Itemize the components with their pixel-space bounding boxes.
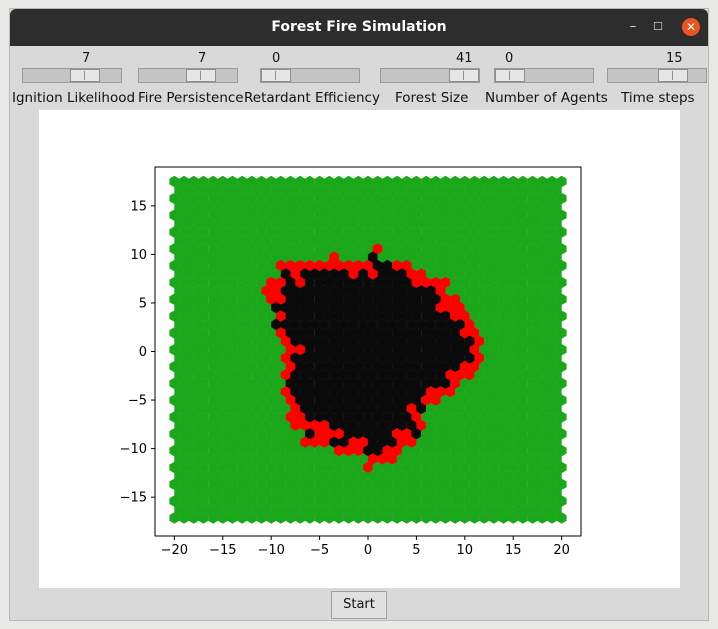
x-axis: −20 −15 −10 −5 0 5 10 15 20 (161, 536, 570, 558)
x-tick-label: 5 (412, 543, 420, 558)
fire-persistence-label: Fire Persistence (138, 90, 244, 106)
number-of-agents-slider-thumb[interactable] (495, 69, 525, 82)
x-tick-label: −10 (257, 543, 284, 558)
number-of-agents-label: Number of Agents (485, 90, 608, 106)
y-tick-label: 15 (130, 199, 147, 214)
retardant-efficiency-value: 0 (272, 51, 281, 66)
x-tick-label: 20 (553, 543, 570, 558)
y-tick-label: 0 (139, 345, 147, 360)
x-tick-label: 15 (505, 543, 522, 558)
forest-size-value: 41 (456, 51, 473, 66)
forest-plot: −20 −15 −10 −5 0 5 10 15 20 15 10 5 0 −5 −10 −15 (120, 166, 582, 558)
forest-size-slider[interactable] (380, 68, 480, 83)
y-tick-label: −15 (120, 491, 147, 506)
y-tick-label: 10 (130, 248, 147, 263)
retardant-efficiency-slider-thumb[interactable] (261, 69, 291, 82)
x-tick-label: −5 (310, 543, 329, 558)
fire-persistence-value: 7 (198, 51, 207, 66)
time-steps-slider[interactable] (607, 68, 707, 83)
forest-size-label: Forest Size (395, 90, 469, 106)
number-of-agents-slider[interactable] (494, 68, 594, 83)
x-tick-label: −20 (161, 543, 188, 558)
start-button[interactable]: Start (331, 591, 387, 619)
time-steps-slider-thumb[interactable] (658, 69, 688, 82)
x-tick-label: −15 (209, 543, 236, 558)
retardant-efficiency-label: Retardant Efficiency (244, 90, 380, 106)
y-tick-label: −10 (120, 442, 147, 457)
y-axis: 15 10 5 0 −5 −10 −15 (120, 199, 155, 506)
number-of-agents-value: 0 (505, 51, 514, 66)
minimize-icon[interactable]: – (624, 18, 642, 36)
cell-layer (169, 175, 567, 524)
ignition-likelihood-slider-thumb[interactable] (70, 69, 100, 82)
time-steps-label: Time steps (621, 90, 695, 106)
retardant-efficiency-slider[interactable] (260, 68, 360, 83)
forest-size-slider-thumb[interactable] (449, 69, 479, 82)
fire-persistence-slider[interactable] (138, 68, 238, 83)
y-tick-label: −5 (128, 394, 147, 409)
y-tick-label: 5 (139, 296, 147, 311)
time-steps-value: 15 (666, 51, 683, 66)
ignition-likelihood-label: Ignition Likelihood (12, 90, 136, 106)
plot-canvas: −20 −15 −10 −5 0 5 10 15 20 15 10 5 0 −5 −10 −15 (39, 110, 680, 588)
x-tick-label: 0 (364, 543, 372, 558)
app-window: Forest Fire Simulation – ☐ ✕ 7 Ignition … (9, 8, 709, 621)
ignition-likelihood-slider[interactable] (22, 68, 122, 83)
title-bar[interactable]: Forest Fire Simulation – ☐ ✕ (10, 9, 708, 46)
maximize-icon[interactable]: ☐ (649, 18, 667, 36)
ignition-likelihood-value: 7 (82, 51, 91, 66)
close-icon[interactable]: ✕ (682, 18, 700, 36)
window-title: Forest Fire Simulation (271, 19, 447, 35)
x-tick-label: 10 (457, 543, 474, 558)
fire-persistence-slider-thumb[interactable] (186, 69, 216, 82)
